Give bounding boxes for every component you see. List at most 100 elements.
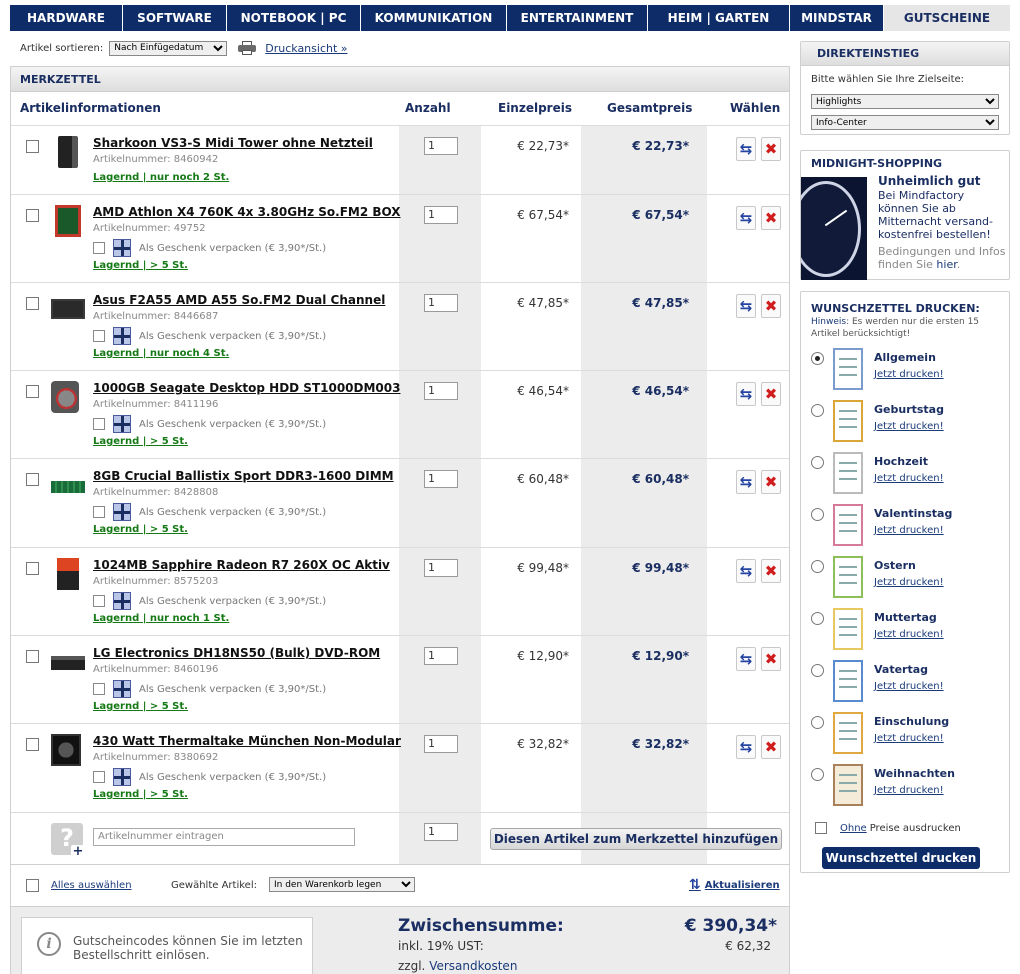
print-wishlist-button[interactable]: Wunschzettel drucken (822, 847, 980, 869)
print-now-link[interactable]: Jetzt drucken! (874, 473, 944, 484)
gift-wrap-checkbox[interactable] (93, 242, 105, 254)
print-now-link[interactable]: Jetzt drucken! (874, 577, 944, 588)
gift-wrap-checkbox[interactable] (93, 418, 105, 430)
product-name-link[interactable]: Asus F2A55 AMD A55 So.FM2 Dual Channel (93, 293, 385, 307)
move-to-cart-icon[interactable]: ⇆ (736, 735, 756, 759)
row-checkbox[interactable] (26, 297, 39, 310)
print-now-link[interactable]: Jetzt drucken! (874, 421, 944, 432)
template-radio[interactable] (811, 508, 824, 521)
stock-status[interactable]: Lagernd | > 5 St. (93, 789, 188, 800)
voucher-codes-link[interactable]: Gutscheincodes (73, 934, 169, 948)
quantity-input[interactable]: 1 (424, 647, 458, 665)
template-radio[interactable] (811, 352, 824, 365)
template-radio[interactable] (811, 664, 824, 677)
delete-icon[interactable]: ✖ (761, 559, 781, 583)
stock-status[interactable]: Lagernd | > 5 St. (93, 701, 188, 712)
delete-icon[interactable]: ✖ (761, 735, 781, 759)
sort-select[interactable]: Nach Einfügedatum (109, 40, 228, 56)
add-to-wishlist-button[interactable]: Diesen Artikel zum Merkzettel hinzufügen (490, 828, 782, 850)
row-checkbox[interactable] (26, 738, 39, 751)
product-name-link[interactable]: AMD Athlon X4 760K 4x 3.80GHz So.FM2 BOX (93, 205, 401, 219)
product-name-link[interactable]: 8GB Crucial Ballistix Sport DDR3-1600 DI… (93, 469, 394, 483)
template-option-weihnachten[interactable]: Weihnachten Jetzt drucken! (811, 764, 1001, 810)
print-view-link[interactable]: Druckansicht » (265, 42, 347, 55)
row-checkbox[interactable] (26, 650, 39, 663)
template-radio[interactable] (811, 612, 824, 625)
stock-status[interactable]: Lagernd | > 5 St. (93, 436, 188, 447)
product-name-link[interactable]: 1024MB Sapphire Radeon R7 260X OC Aktiv (93, 558, 390, 572)
quantity-input[interactable]: 1 (424, 470, 458, 488)
product-image[interactable] (51, 481, 85, 493)
move-to-cart-icon[interactable]: ⇆ (736, 382, 756, 406)
row-checkbox[interactable] (26, 562, 39, 575)
article-number-input[interactable]: Artikelnummer eintragen (93, 828, 355, 846)
template-option-muttertag[interactable]: Muttertag Jetzt drucken! (811, 608, 1001, 654)
product-image[interactable] (57, 558, 79, 590)
nav-heim-garten[interactable]: HEIM | GARTEN (648, 5, 790, 31)
nav-hardware[interactable]: HARDWARE (10, 5, 123, 31)
row-checkbox[interactable] (26, 385, 39, 398)
template-radio[interactable] (811, 404, 824, 417)
product-name-link[interactable]: 430 Watt Thermaltake München Non-Modular (93, 734, 401, 748)
product-name-link[interactable]: Sharkoon VS3-S Midi Tower ohne Netzteil (93, 136, 373, 150)
delete-icon[interactable]: ✖ (761, 206, 781, 230)
product-image[interactable] (55, 205, 81, 237)
nav-mindstar[interactable]: MINDSTAR (790, 5, 884, 31)
template-option-hochzeit[interactable]: Hochzeit Jetzt drucken! (811, 452, 1001, 498)
printer-icon[interactable] (238, 41, 257, 55)
delete-icon[interactable]: ✖ (761, 647, 781, 671)
stock-status[interactable]: Lagernd | nur noch 1 St. (93, 613, 229, 624)
move-to-cart-icon[interactable]: ⇆ (736, 294, 756, 318)
nav-entertainment[interactable]: ENTERTAINMENT (507, 5, 648, 31)
product-image[interactable] (51, 381, 79, 413)
template-radio[interactable] (811, 716, 824, 729)
quantity-input[interactable]: 1 (424, 382, 458, 400)
gift-wrap-checkbox[interactable] (93, 595, 105, 607)
select-all-link[interactable]: Alles auswählen (51, 880, 132, 891)
template-radio[interactable] (811, 456, 824, 469)
hint-link[interactable]: Hinweis (811, 317, 846, 327)
template-option-valentinstag[interactable]: Valentinstag Jetzt drucken! (811, 504, 1001, 550)
nav-notebook-pc[interactable]: NOTEBOOK | PC (227, 5, 361, 31)
no-price-checkbox[interactable] (815, 822, 827, 834)
delete-icon[interactable]: ✖ (761, 294, 781, 318)
add-quantity-input[interactable]: 1 (424, 823, 458, 841)
move-to-cart-icon[interactable]: ⇆ (736, 647, 756, 671)
template-option-allgemein[interactable]: Allgemein Jetzt drucken! (811, 348, 1001, 394)
print-now-link[interactable]: Jetzt drucken! (874, 525, 944, 536)
delete-icon[interactable]: ✖ (761, 382, 781, 406)
direct-entry-select-2[interactable]: Info-Center (811, 115, 999, 130)
template-option-ostern[interactable]: Ostern Jetzt drucken! (811, 556, 1001, 602)
midnight-terms-link[interactable]: hier (936, 258, 956, 271)
stock-status[interactable]: Lagernd | > 5 St. (93, 524, 188, 535)
template-radio[interactable] (811, 768, 824, 781)
quantity-input[interactable]: 1 (424, 559, 458, 577)
product-image[interactable] (51, 734, 81, 766)
quantity-input[interactable]: 1 (424, 206, 458, 224)
select-all-checkbox[interactable] (26, 879, 39, 892)
product-image[interactable] (51, 299, 85, 319)
template-option-geburtstag[interactable]: Geburtstag Jetzt drucken! (811, 400, 1001, 446)
move-to-cart-icon[interactable]: ⇆ (736, 137, 756, 161)
delete-icon[interactable]: ✖ (761, 137, 781, 161)
print-now-link[interactable]: Jetzt drucken! (874, 369, 944, 380)
product-image[interactable] (58, 136, 78, 168)
product-name-link[interactable]: 1000GB Seagate Desktop HDD ST1000DM003 (93, 381, 400, 395)
stock-status[interactable]: Lagernd | > 5 St. (93, 260, 188, 271)
template-radio[interactable] (811, 560, 824, 573)
gift-wrap-checkbox[interactable] (93, 771, 105, 783)
delete-icon[interactable]: ✖ (761, 470, 781, 494)
move-to-cart-icon[interactable]: ⇆ (736, 559, 756, 583)
move-to-cart-icon[interactable]: ⇆ (736, 206, 756, 230)
row-checkbox[interactable] (26, 473, 39, 486)
gift-wrap-checkbox[interactable] (93, 683, 105, 695)
gift-wrap-checkbox[interactable] (93, 330, 105, 342)
print-now-link[interactable]: Jetzt drucken! (874, 733, 944, 744)
product-name-link[interactable]: LG Electronics DH18NS50 (Bulk) DVD-ROM (93, 646, 380, 660)
move-to-cart-icon[interactable]: ⇆ (736, 470, 756, 494)
update-link[interactable]: ⇅ Aktualisieren (689, 877, 780, 893)
direct-entry-select-1[interactable]: Highlights (811, 94, 999, 109)
gift-wrap-checkbox[interactable] (93, 506, 105, 518)
print-now-link[interactable]: Jetzt drucken! (874, 681, 944, 692)
quantity-input[interactable]: 1 (424, 137, 458, 155)
